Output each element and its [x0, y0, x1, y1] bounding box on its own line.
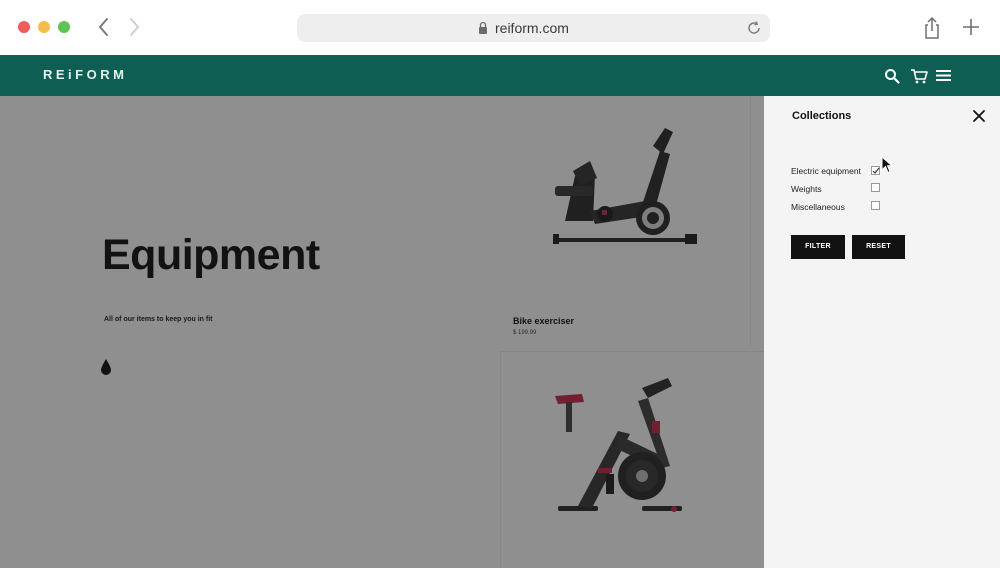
forward-arrow-icon[interactable]: [124, 16, 144, 38]
checkbox-weights[interactable]: [871, 183, 880, 192]
reload-icon[interactable]: [746, 20, 762, 36]
browser-toolbar: reiform.com: [0, 0, 1000, 55]
close-window-button[interactable]: [18, 21, 30, 33]
maximize-window-button[interactable]: [58, 21, 70, 33]
minimize-window-button[interactable]: [38, 21, 50, 33]
lock-icon: [479, 21, 487, 34]
cart-icon[interactable]: [910, 68, 928, 84]
reset-button[interactable]: RESET: [852, 235, 905, 259]
filter-option-label-weights: Weights: [791, 184, 822, 194]
search-icon[interactable]: [884, 68, 900, 84]
filter-button[interactable]: FILTER: [791, 235, 845, 259]
checkmark-icon: [872, 167, 880, 174]
new-tab-icon[interactable]: [962, 18, 980, 36]
filter-option-label-electric-equipment: Electric equipment: [791, 166, 861, 176]
share-icon[interactable]: [922, 16, 942, 40]
site-logo[interactable]: REiFORM: [43, 67, 127, 82]
back-arrow-icon[interactable]: [94, 16, 114, 38]
url-text: reiform.com: [495, 20, 569, 36]
filter-option-label-miscellaneous: Miscellaneous: [791, 202, 845, 212]
menu-icon[interactable]: [936, 69, 951, 82]
address-bar[interactable]: reiform.com: [297, 14, 770, 42]
mouse-pointer-icon: [881, 156, 893, 174]
close-icon[interactable]: [972, 109, 986, 123]
checkbox-electric-equipment[interactable]: [871, 166, 880, 175]
panel-title: Collections: [792, 110, 852, 122]
checkbox-miscellaneous[interactable]: [871, 201, 880, 210]
modal-backdrop[interactable]: [0, 96, 764, 568]
site-header: REiFORM: [0, 55, 1000, 96]
